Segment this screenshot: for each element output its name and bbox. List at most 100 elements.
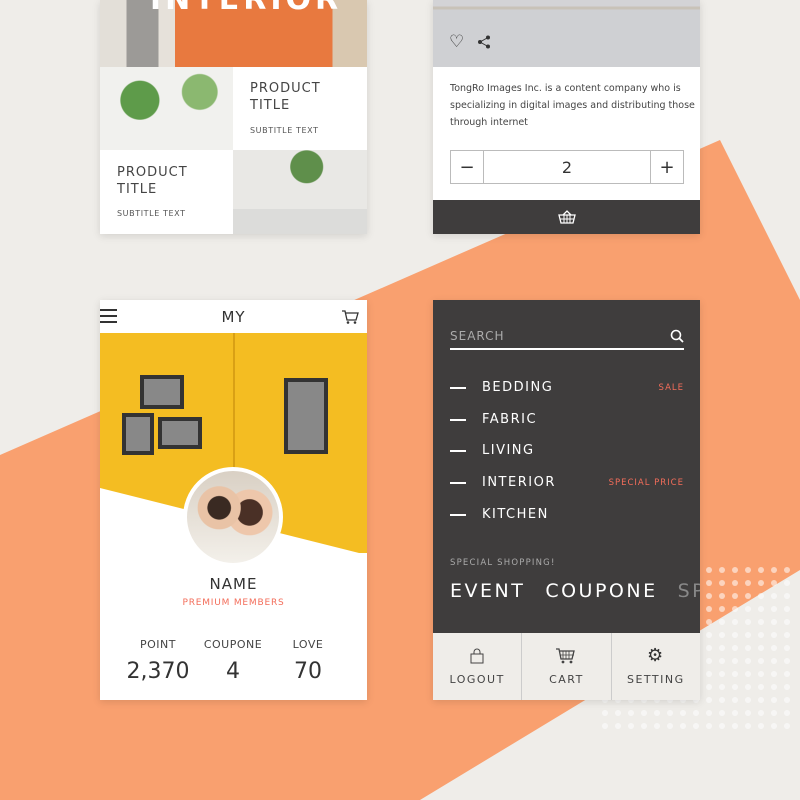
dot [732,710,738,716]
dot [745,723,751,729]
dot [732,593,738,599]
dash-icon [450,386,466,389]
dash-icon [450,418,466,421]
stat-love[interactable]: LOVE 70 [268,638,348,684]
dot [732,697,738,703]
sofa-image[interactable]: INTERIOR [100,0,367,67]
search-placeholder: SEARCH [450,329,505,343]
stat-point[interactable]: POINT 2,370 [118,638,198,684]
dot [771,632,777,638]
dash-icon [450,513,466,516]
dot [706,710,712,716]
product-title[interactable]: PRODUCT TITLE [250,80,321,114]
heart-icon[interactable]: ♡ [449,32,464,52]
dot [706,671,712,677]
dot [641,723,647,729]
dot [771,684,777,690]
search-icon[interactable] [670,329,684,343]
dot [719,567,725,573]
dot [706,619,712,625]
share-icon[interactable] [477,35,491,49]
menu-icon[interactable] [100,309,117,323]
menu-item-fabric[interactable]: FABRIC [450,412,684,427]
dot [745,593,751,599]
special-price-tag: SPECIAL PRICE [608,477,684,488]
dot [732,723,738,729]
scissors-image[interactable] [100,67,233,150]
dot [784,619,790,625]
dot [706,658,712,664]
special-event[interactable]: EVENT [450,580,525,602]
dot [693,723,699,729]
dot [771,697,777,703]
special-coupone[interactable]: COUPONE [545,580,657,602]
dot [732,658,738,664]
dot [745,567,751,573]
dot [732,632,738,638]
footer-nav: LOGOUT CART ⚙ SETTING [433,633,700,700]
special-more[interactable]: SPE [678,580,700,602]
dot [771,619,777,625]
dot [758,684,764,690]
menu-item-interior[interactable]: INTERIOR SPECIAL PRICE [450,475,684,490]
dot [719,645,725,651]
dot [771,658,777,664]
menu-item-bedding[interactable]: BEDDING SALE [450,380,684,395]
quantity-value[interactable]: 2 [484,151,650,183]
dot [784,580,790,586]
cart-icon[interactable] [342,310,359,324]
stat-coupone[interactable]: COUPONE 4 [193,638,273,684]
dot [745,697,751,703]
dot [784,567,790,573]
dot [771,580,777,586]
dot [758,710,764,716]
dot [732,684,738,690]
dot [706,645,712,651]
setting-button[interactable]: ⚙ SETTING [612,633,700,700]
decrement-button[interactable]: − [451,151,484,183]
dot [758,619,764,625]
dot [784,671,790,677]
dot [719,580,725,586]
dot [745,658,751,664]
special-carousel[interactable]: EVENT COUPONE SPE [450,580,700,602]
header: MY [100,300,367,333]
dot [719,723,725,729]
dot [706,684,712,690]
dot [771,606,777,612]
dot [784,632,790,638]
dot [654,710,660,716]
dot [654,723,660,729]
product-title[interactable]: PRODUCT TITLE [117,164,188,198]
plants-image[interactable] [233,150,367,234]
dot [732,580,738,586]
dot [732,606,738,612]
special-label: SPECIAL SHOPPING! [450,558,556,568]
quantity-stepper[interactable]: − 2 + [450,150,684,184]
menu-item-kitchen[interactable]: KITCHEN [450,507,684,522]
gear-icon: ⚙ [647,644,665,666]
dot [745,619,751,625]
menu-item-living[interactable]: LIVING [450,443,684,458]
dot [628,710,634,716]
dot [706,567,712,573]
product-grid-card: INTERIOR PRODUCTTITLE SUBTITLE TEXT PROD… [100,0,367,234]
desk-image [433,0,700,67]
add-to-basket-button[interactable] [433,200,700,234]
search-input[interactable]: SEARCH [450,324,684,350]
basket-icon [557,210,576,224]
dot [732,619,738,625]
dot [719,632,725,638]
dot [784,658,790,664]
dot [745,632,751,638]
logout-button[interactable]: LOGOUT [433,633,523,700]
dot [784,684,790,690]
cart-button[interactable]: CART [522,633,612,700]
dot [719,619,725,625]
dot [719,684,725,690]
avatar[interactable] [183,467,283,567]
product-subtitle: SUBTITLE TEXT [250,126,319,135]
dot [628,723,634,729]
dot [784,593,790,599]
increment-button[interactable]: + [650,151,683,183]
